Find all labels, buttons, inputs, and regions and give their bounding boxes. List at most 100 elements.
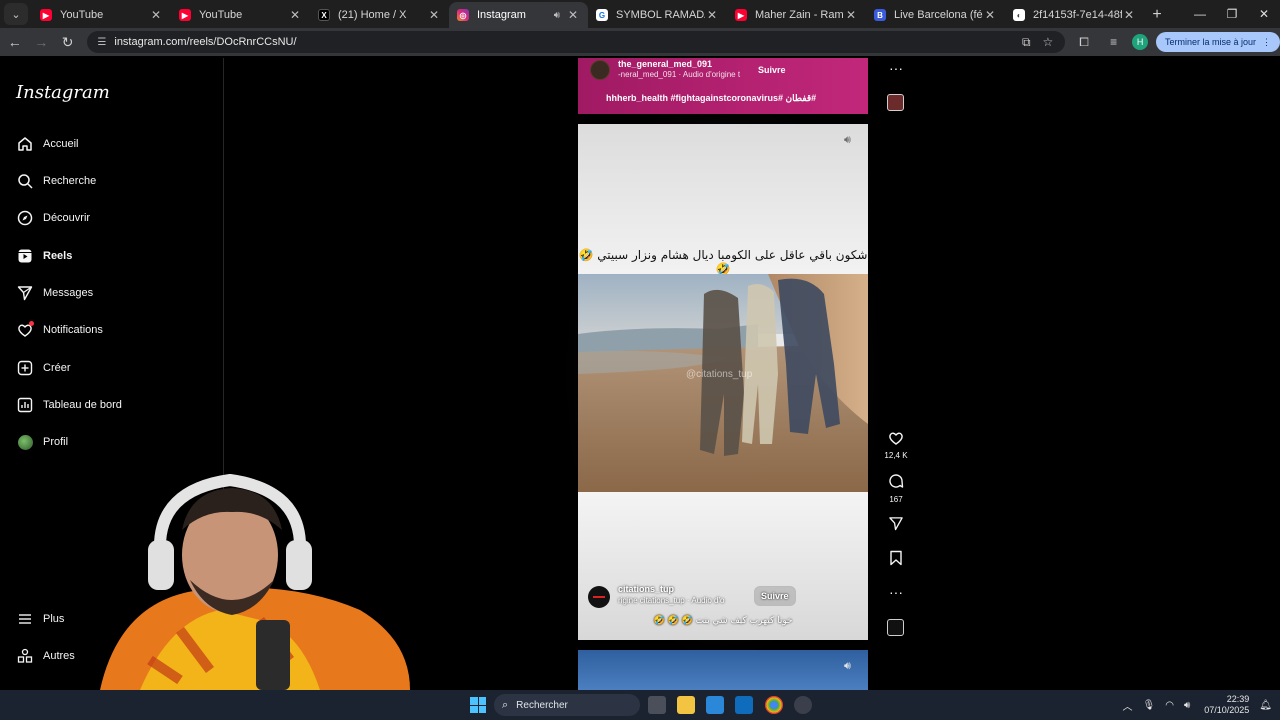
- reel-audio-label[interactable]: -neral_med_091 · Audio d'origine t: [618, 70, 740, 79]
- obs-icon[interactable]: [794, 696, 812, 714]
- reel-video[interactable]: @citations_tup: [578, 274, 868, 492]
- tab-symbol-ramadan[interactable]: G SYMBOL RAMADAN LUNE ✕: [588, 2, 727, 28]
- file-explorer-icon[interactable]: [677, 696, 695, 714]
- share-button[interactable]: [880, 516, 912, 536]
- comment-button[interactable]: 167: [880, 473, 912, 504]
- clock[interactable]: 22:39 07/10/2025: [1204, 694, 1249, 716]
- tab-youtube-2[interactable]: ▶ YouTube ✕: [171, 2, 310, 28]
- home-icon: [16, 135, 34, 153]
- sidebar-item-accueil[interactable]: Accueil: [16, 132, 78, 156]
- comment-count: 167: [889, 495, 903, 504]
- close-icon[interactable]: ✕: [844, 8, 858, 22]
- close-icon[interactable]: ✕: [427, 8, 441, 22]
- audio-thumbnail[interactable]: [887, 619, 904, 636]
- avatar[interactable]: [590, 60, 610, 80]
- reel-audio-label[interactable]: rigine citations_tup · Audio d'o: [618, 596, 724, 605]
- new-tab-button[interactable]: +: [1144, 2, 1170, 28]
- reel-bottom-panel: citations_tup rigine citations_tup · Aud…: [578, 492, 868, 640]
- reel-description[interactable]: خونا كيهرب كيف شي بنت 🤣 🤣 🤣: [578, 616, 868, 626]
- streamer-webcam-image: [100, 473, 410, 690]
- tab-youtube-1[interactable]: ▶ YouTube ✕: [32, 2, 171, 28]
- install-app-icon[interactable]: ⧉: [1022, 35, 1031, 50]
- close-icon[interactable]: ✕: [1122, 8, 1136, 22]
- wifi-icon[interactable]: ◠: [1165, 700, 1174, 711]
- restore-icon[interactable]: ❐: [1216, 0, 1248, 28]
- tab-maher-zain[interactable]: ▶ Maher Zain - Ramadan (E ✕: [727, 2, 866, 28]
- reel-username[interactable]: the_general_med_091: [618, 59, 712, 69]
- tab-title: Live Barcelona (féminin): [894, 9, 983, 21]
- close-icon[interactable]: ✕: [566, 8, 580, 22]
- next-reel[interactable]: 🔊︎: [578, 650, 868, 690]
- sidebar-item-reels[interactable]: Reels: [16, 244, 72, 268]
- site-info-icon[interactable]: ☰: [97, 37, 106, 48]
- follow-button[interactable]: Suivre: [754, 586, 796, 606]
- forward-button[interactable]: →: [29, 30, 52, 54]
- like-button[interactable]: 12,4 K: [880, 430, 912, 460]
- extensions-icon[interactable]: ⧠: [1073, 35, 1095, 50]
- sidebar-item-decouvrir[interactable]: Découvrir: [16, 206, 90, 230]
- sidebar-item-tableau-de-bord[interactable]: Tableau de bord: [16, 393, 122, 417]
- sidebar-item-messages[interactable]: Messages: [16, 281, 93, 305]
- volume-icon[interactable]: 🔊︎: [844, 660, 858, 674]
- sidebar-item-label: Créer: [43, 362, 71, 374]
- profile-avatar[interactable]: H: [1132, 34, 1148, 50]
- video-frame-beach-scene: [578, 274, 868, 492]
- address-bar[interactable]: ☰ instagram.com/reels/DOcRnrCCsNU/ ⧉ ☆: [87, 31, 1066, 53]
- sidebar-item-recherche[interactable]: Recherche: [16, 169, 96, 193]
- reel-username[interactable]: citations_tup: [618, 584, 674, 594]
- speaker-icon[interactable]: 🔊︎: [554, 10, 560, 21]
- update-button[interactable]: Terminer la mise à jour ⋮: [1155, 32, 1280, 52]
- reload-button[interactable]: ↻: [56, 30, 79, 54]
- audio-thumbnail[interactable]: [887, 94, 904, 111]
- microphone-icon[interactable]: 🎙︎: [1143, 700, 1156, 711]
- bookmark-star-icon[interactable]: ☆: [1043, 35, 1054, 49]
- instagram-logo[interactable]: Instagram: [16, 82, 110, 103]
- taskbar-search[interactable]: ⌕ Rechercher: [494, 694, 640, 716]
- outlook-icon[interactable]: [735, 696, 753, 714]
- volume-icon[interactable]: 🔊︎: [844, 134, 858, 148]
- task-view-icon[interactable]: [648, 696, 666, 714]
- close-icon[interactable]: ✕: [288, 8, 302, 22]
- sidebar-item-label: Tableau de bord: [43, 399, 122, 411]
- reels-feed[interactable]: the_general_med_091 -neral_med_091 · Aud…: [578, 58, 868, 690]
- clock-date: 07/10/2025: [1204, 705, 1250, 715]
- notification-bell-icon[interactable]: 🔔︎: [1259, 700, 1272, 711]
- tab-uuid[interactable]: ◐ 2f14153f-7e14-48f4-ac1f ✕: [1005, 2, 1144, 28]
- more-options-icon[interactable]: ···: [880, 60, 912, 76]
- sidebar-item-notifications[interactable]: Notifications: [16, 318, 103, 342]
- windows-start-icon[interactable]: [470, 697, 486, 713]
- heart-icon: [889, 432, 903, 445]
- sidebar-item-plus[interactable]: Plus: [16, 607, 64, 631]
- save-button[interactable]: [880, 550, 912, 571]
- tab-title: 2f14153f-7e14-48f4-ac1f: [1033, 9, 1122, 21]
- minimize-icon[interactable]: —: [1184, 0, 1216, 28]
- follow-button[interactable]: Suivre: [758, 65, 786, 75]
- more-options-icon[interactable]: ···: [880, 584, 912, 600]
- close-icon[interactable]: ✕: [149, 8, 163, 22]
- chrome-icon[interactable]: [765, 696, 783, 714]
- tab-live-barcelona[interactable]: B Live Barcelona (féminin) ✕: [866, 2, 1005, 28]
- apps-icon: [16, 647, 34, 665]
- store-icon[interactable]: [706, 696, 724, 714]
- speaker-icon[interactable]: 🔊︎: [1184, 700, 1190, 711]
- close-window-icon[interactable]: ✕: [1248, 0, 1280, 28]
- close-icon[interactable]: ✕: [705, 8, 719, 22]
- previous-reel[interactable]: the_general_med_091 -neral_med_091 · Aud…: [578, 58, 868, 114]
- url-text[interactable]: instagram.com/reels/DOcRnrCCsNU/: [114, 36, 1022, 48]
- media-controls-icon[interactable]: ≡: [1103, 35, 1125, 49]
- like-count: 12,4 K: [884, 451, 908, 460]
- close-icon[interactable]: ✕: [983, 8, 997, 22]
- tab-x-home[interactable]: X (21) Home / X ✕: [310, 2, 449, 28]
- tab-search-button[interactable]: ⌄: [4, 3, 28, 25]
- clock-time: 22:39: [1226, 694, 1250, 704]
- sidebar-item-profil[interactable]: Profil: [16, 430, 68, 454]
- webcam-overlay: [60, 470, 420, 690]
- sidebar-item-label: Accueil: [43, 138, 79, 150]
- sidebar-item-creer[interactable]: Créer: [16, 356, 71, 380]
- chevron-up-icon[interactable]: ︿: [1123, 698, 1133, 713]
- back-button[interactable]: ←: [3, 30, 26, 54]
- avatar[interactable]: [588, 586, 610, 608]
- sidebar-item-label: Profil: [43, 436, 69, 448]
- current-reel[interactable]: 🔊︎ شكون باقي عاقل على الكومبا ديال هشام …: [578, 124, 868, 640]
- tab-instagram[interactable]: ◎ Instagram 🔊︎ ✕: [449, 2, 588, 28]
